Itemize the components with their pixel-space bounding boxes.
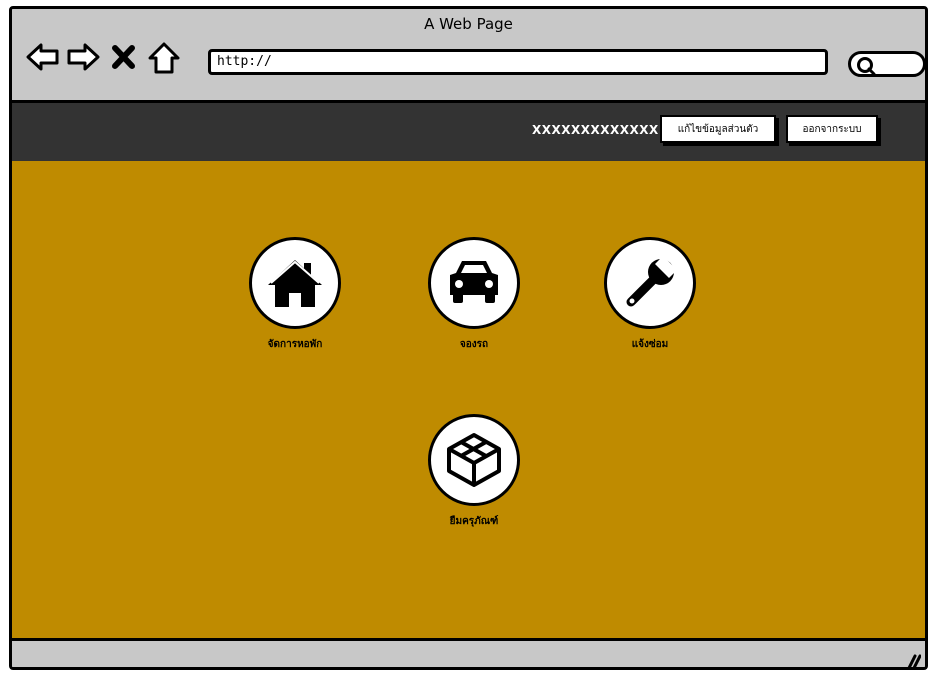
equipment-circle-button[interactable] bbox=[428, 414, 520, 506]
forward-arrow-icon[interactable] bbox=[66, 41, 100, 73]
window-title: A Web Page bbox=[424, 15, 513, 33]
home-icon[interactable] bbox=[147, 41, 180, 74]
menu-item-repair[interactable]: แจ้งซ่อม bbox=[595, 237, 705, 352]
back-arrow-icon[interactable] bbox=[26, 41, 59, 73]
house-icon bbox=[268, 260, 322, 307]
menu-item-equipment[interactable]: ยืมครุภัณฑ์ bbox=[419, 414, 529, 529]
car-icon bbox=[450, 261, 498, 303]
resize-grip-icon[interactable] bbox=[903, 653, 921, 669]
menu-item-car[interactable]: จองรถ bbox=[419, 237, 529, 352]
menu-label-car: จองรถ bbox=[459, 339, 489, 350]
search-icon bbox=[857, 57, 876, 76]
menu-item-dorm[interactable]: จัดการหอพัก bbox=[240, 237, 350, 352]
repair-circle-button[interactable] bbox=[604, 237, 696, 329]
main-content: จัดการหอพัก จองรถ แจ้งซ่อม ยืมครุภัณฑ์ bbox=[12, 161, 925, 641]
menu-label-dorm: จัดการหอพัก bbox=[267, 339, 323, 350]
search-field[interactable] bbox=[848, 51, 925, 77]
logout-button[interactable]: ออกจากระบบ bbox=[786, 115, 878, 143]
url-bar[interactable]: http:// bbox=[208, 49, 828, 75]
status-bar bbox=[12, 641, 925, 669]
top-navigation-bar: XXXXXXXXXXXXX แก้ไขข้อมูลส่วนตัว ออกจากร… bbox=[12, 103, 925, 161]
car-circle-button[interactable] bbox=[428, 237, 520, 329]
box-icon bbox=[447, 433, 501, 487]
browser-window: A Web Page http:// XXXXXXXXXXXXX แก้ไขข้… bbox=[9, 6, 928, 670]
username-label: XXXXXXXXXXXXX bbox=[532, 123, 659, 137]
wrench-icon bbox=[626, 256, 677, 307]
close-x-icon[interactable] bbox=[110, 41, 142, 73]
browser-toolbar: A Web Page http:// bbox=[12, 9, 925, 103]
dorm-circle-button[interactable] bbox=[249, 237, 341, 329]
menu-label-repair: แจ้งซ่อม bbox=[631, 339, 669, 350]
edit-profile-button[interactable]: แก้ไขข้อมูลส่วนตัว bbox=[660, 115, 776, 143]
menu-label-equipment: ยืมครุภัณฑ์ bbox=[449, 516, 499, 527]
